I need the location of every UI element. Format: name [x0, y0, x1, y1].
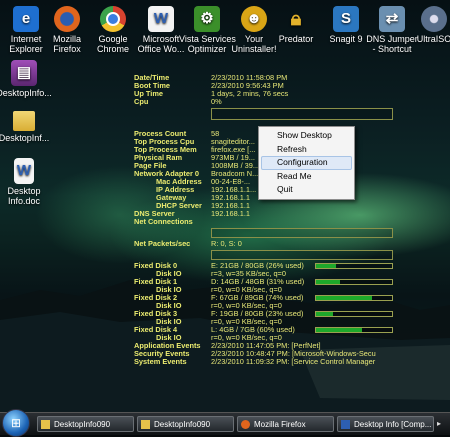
- info-key: System Events: [134, 357, 187, 366]
- gear-icon: ⚙: [194, 6, 220, 32]
- desktop-icon-desktopinfo-folder[interactable]: DesktopInf...: [0, 108, 52, 143]
- menu-item-show-desktop[interactable]: Show Desktop: [259, 129, 354, 143]
- info-value: 1 days, 2 mins, 76 secs: [211, 89, 289, 98]
- folder-icon: [41, 420, 50, 429]
- uninstaller-icon: ☻: [241, 6, 267, 32]
- info-value: R: 0, S: 0: [211, 239, 242, 248]
- disk-usage-bar: [315, 327, 393, 333]
- taskbar-button-label: Mozilla Firefox: [254, 420, 306, 429]
- icon-label: Desktop: [7, 186, 41, 196]
- disk-usage-bar: [315, 311, 393, 317]
- icon-label: DesktopInf...: [0, 133, 50, 143]
- word-icon: [341, 420, 350, 429]
- icon-label: Predator: [278, 34, 314, 44]
- firefox-icon: [54, 6, 80, 32]
- net-graph-area: [134, 226, 450, 240]
- net-packets-graph: [211, 250, 393, 260]
- windows-logo-icon: ⊞: [10, 416, 22, 430]
- dns-jumper-icon: ⇄: [379, 6, 405, 32]
- snagit-icon: S: [333, 6, 359, 32]
- taskbar-button-label: Desktop Info [Comp...: [354, 420, 432, 429]
- internet-explorer-icon: e: [13, 6, 39, 32]
- menu-item-configuration[interactable]: Configuration: [261, 156, 352, 170]
- info-key: Net Connections: [134, 217, 193, 226]
- taskbar-button-label: DesktopInfo090: [154, 420, 211, 429]
- icon-label: Uninstaller!: [231, 44, 277, 54]
- menu-item-refresh[interactable]: Refresh: [259, 143, 354, 157]
- disk-usage-fill: [316, 312, 334, 316]
- info-row-system-events: System Events 2/23/2010 11:09:32 PM: [Ser…: [134, 358, 450, 366]
- menu-item-read-me[interactable]: Read Me: [259, 170, 354, 184]
- start-button[interactable]: ⊞: [2, 409, 30, 437]
- info-row-net-packets: Net Packets/sec R: 0, S: 0: [134, 240, 450, 248]
- disk-usage-fill: [316, 296, 373, 300]
- icon-label: - Shortcut: [372, 44, 412, 54]
- desktop-icon-predator[interactable]: 🔒︎ Predator: [268, 6, 324, 44]
- taskbar-button-desktopinfo-2[interactable]: DesktopInfo090: [137, 416, 234, 432]
- context-menu: Show Desktop Refresh Configuration Read …: [258, 126, 355, 200]
- icon-label: DesktopInfo...: [0, 88, 52, 98]
- folder-icon: [141, 420, 150, 429]
- menu-item-quit[interactable]: Quit: [259, 183, 354, 197]
- cpu-graph: [211, 108, 393, 120]
- info-row-cpu: Cpu 0%: [134, 98, 450, 106]
- disk-usage-bar: [315, 263, 393, 269]
- icon-label: UltraISO: [416, 34, 450, 44]
- taskbar-scroll-arrow[interactable]: ▸: [437, 416, 449, 432]
- disk-usage-bar: [315, 279, 393, 285]
- chrome-icon: [100, 6, 126, 32]
- firefox-icon: [241, 420, 250, 429]
- taskbar: ⊞ DesktopInfo090 DesktopInfo090 Mozilla …: [0, 409, 450, 437]
- fixed-disks-list: Fixed Disk 0 E: 21GB / 80GB (26% used) Di…: [134, 262, 450, 342]
- word-document-icon: W: [14, 158, 34, 184]
- info-row-disk: Fixed Disk 4 L: 4GB / 7GB (60% used): [134, 326, 450, 334]
- net-connections-graph: [211, 228, 393, 238]
- info-value: 0%: [211, 97, 222, 106]
- disk-usage-bar: [315, 295, 393, 301]
- packets-graph-area: [134, 248, 450, 262]
- disk-usage-fill: [316, 280, 340, 284]
- info-row-disk: Fixed Disk 2 F: 67GB / 89GB (74% used): [134, 294, 450, 302]
- info-row-up-time: Up Time 1 days, 2 mins, 76 secs: [134, 90, 450, 98]
- desktop-icon-ultraiso[interactable]: UltraISO: [412, 6, 450, 44]
- info-value: 2/23/2010 11:09:32 PM: [Service Control …: [211, 357, 376, 366]
- info-row-boot-time: Boot Time 2/23/2010 9:56:43 PM: [134, 82, 450, 90]
- info-row-disk: Fixed Disk 1 D: 14GB / 48GB (31% used): [134, 278, 450, 286]
- icon-label: Info.doc: [7, 196, 41, 206]
- archive-icon: ▤: [11, 60, 37, 86]
- info-key: Net Packets/sec: [134, 239, 191, 248]
- info-row-disk: Fixed Disk 0 E: 21GB / 80GB (26% used): [134, 262, 450, 270]
- disk-usage-fill: [316, 328, 362, 332]
- taskbar-button-firefox[interactable]: Mozilla Firefox: [237, 416, 334, 432]
- taskbar-button-desktopinfo-1[interactable]: DesktopInfo090: [37, 416, 134, 432]
- info-key: Cpu: [134, 97, 149, 106]
- info-row-net-connections: Net Connections: [134, 218, 450, 226]
- info-value: 192.168.1.1: [211, 209, 251, 218]
- disk-usage-fill: [316, 264, 336, 268]
- taskbar-button-desktop-info-doc[interactable]: Desktop Info [Comp...: [337, 416, 434, 432]
- desktop-icon-desktopinfo-doc[interactable]: W Desktop Info.doc: [0, 158, 52, 206]
- info-row-dhcp: DHCP Server 192.168.1.1: [134, 202, 450, 210]
- desktopinfo-panel: Date/Time 2/23/2010 11:58:08 PM Boot Time…: [134, 74, 450, 366]
- disc-icon: [421, 6, 447, 32]
- office-word-icon: W: [148, 6, 174, 32]
- lock-icon: 🔒︎: [290, 8, 302, 30]
- desktop-icon-desktopinfo-archive[interactable]: ▤ DesktopInfo...: [0, 60, 52, 98]
- info-row-disk: Fixed Disk 3 F: 19GB / 80GB (23% used): [134, 310, 450, 318]
- taskbar-button-label: DesktopInfo090: [54, 420, 111, 429]
- folder-icon: [13, 111, 35, 131]
- info-row-datetime: Date/Time 2/23/2010 11:58:08 PM: [134, 74, 450, 82]
